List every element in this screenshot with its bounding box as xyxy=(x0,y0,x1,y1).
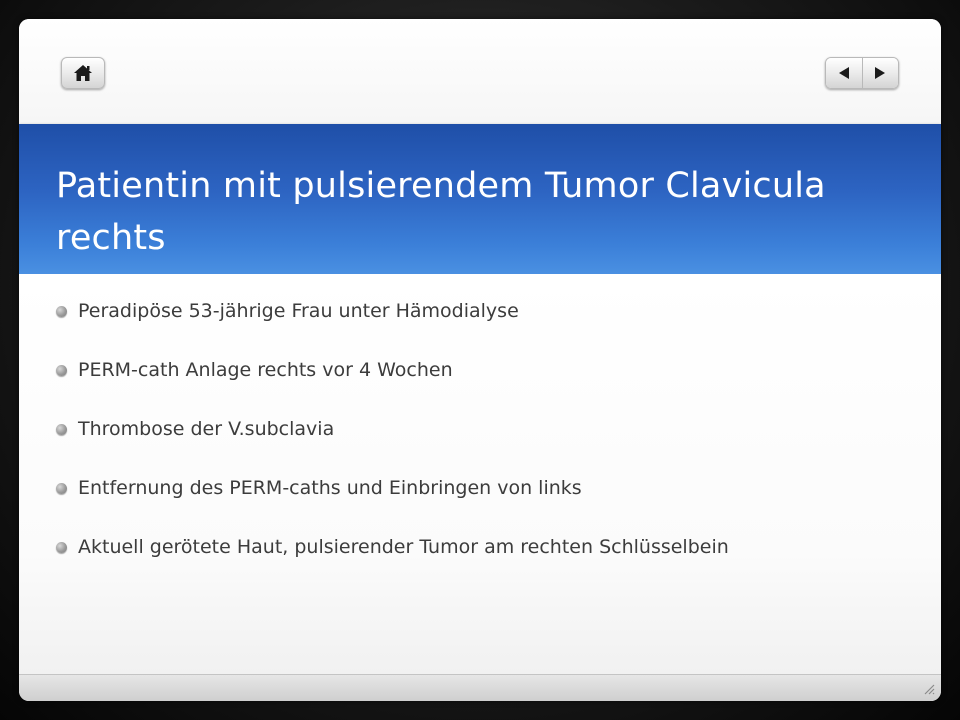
home-button[interactable] xyxy=(61,57,105,89)
bullet-dot-icon xyxy=(56,542,67,553)
triangle-left-icon xyxy=(838,67,849,79)
bullet-dot-icon xyxy=(56,306,67,317)
slide-navigation xyxy=(825,57,899,89)
previous-slide-button[interactable] xyxy=(826,58,863,88)
bullet-text: Entfernung des PERM-caths und Einbringen… xyxy=(78,477,582,499)
bullet-item: Thrombose der V.subclavia xyxy=(56,414,916,473)
presentation-frame: Patientin mit pulsierendem Tumor Clavicu… xyxy=(0,0,960,720)
bullet-text: Thrombose der V.subclavia xyxy=(78,418,335,440)
bullet-dot-icon xyxy=(56,483,67,494)
bullet-dot-icon xyxy=(56,424,67,435)
slide-content: Peradipöse 53-jährige Frau unter Hämodia… xyxy=(19,274,941,674)
bullet-text: Peradipöse 53-jährige Frau unter Hämodia… xyxy=(78,300,519,322)
bullet-item: PERM-cath Anlage rechts vor 4 Wochen xyxy=(56,355,916,414)
bullet-item: Peradipöse 53-jährige Frau unter Hämodia… xyxy=(56,296,916,355)
title-band: Patientin mit pulsierendem Tumor Clavicu… xyxy=(19,124,941,274)
bullet-text: Aktuell gerötete Haut, pulsierender Tumo… xyxy=(78,536,729,558)
next-slide-button[interactable] xyxy=(862,58,898,88)
resize-grip-icon[interactable] xyxy=(923,683,935,695)
bullet-dot-icon xyxy=(56,365,67,376)
bullet-text: PERM-cath Anlage rechts vor 4 Wochen xyxy=(78,359,453,381)
home-icon xyxy=(74,65,92,81)
bullet-item: Entfernung des PERM-caths und Einbringen… xyxy=(56,473,916,532)
bullet-item: Aktuell gerötete Haut, pulsierender Tumo… xyxy=(56,532,916,591)
slide: Patientin mit pulsierendem Tumor Clavicu… xyxy=(19,19,941,701)
bottom-bar xyxy=(19,674,941,701)
slide-toolbar xyxy=(19,19,941,124)
slide-title: Patientin mit pulsierendem Tumor Clavicu… xyxy=(56,166,826,258)
triangle-right-icon xyxy=(875,67,886,79)
bullet-list: Peradipöse 53-jährige Frau unter Hämodia… xyxy=(56,296,916,591)
